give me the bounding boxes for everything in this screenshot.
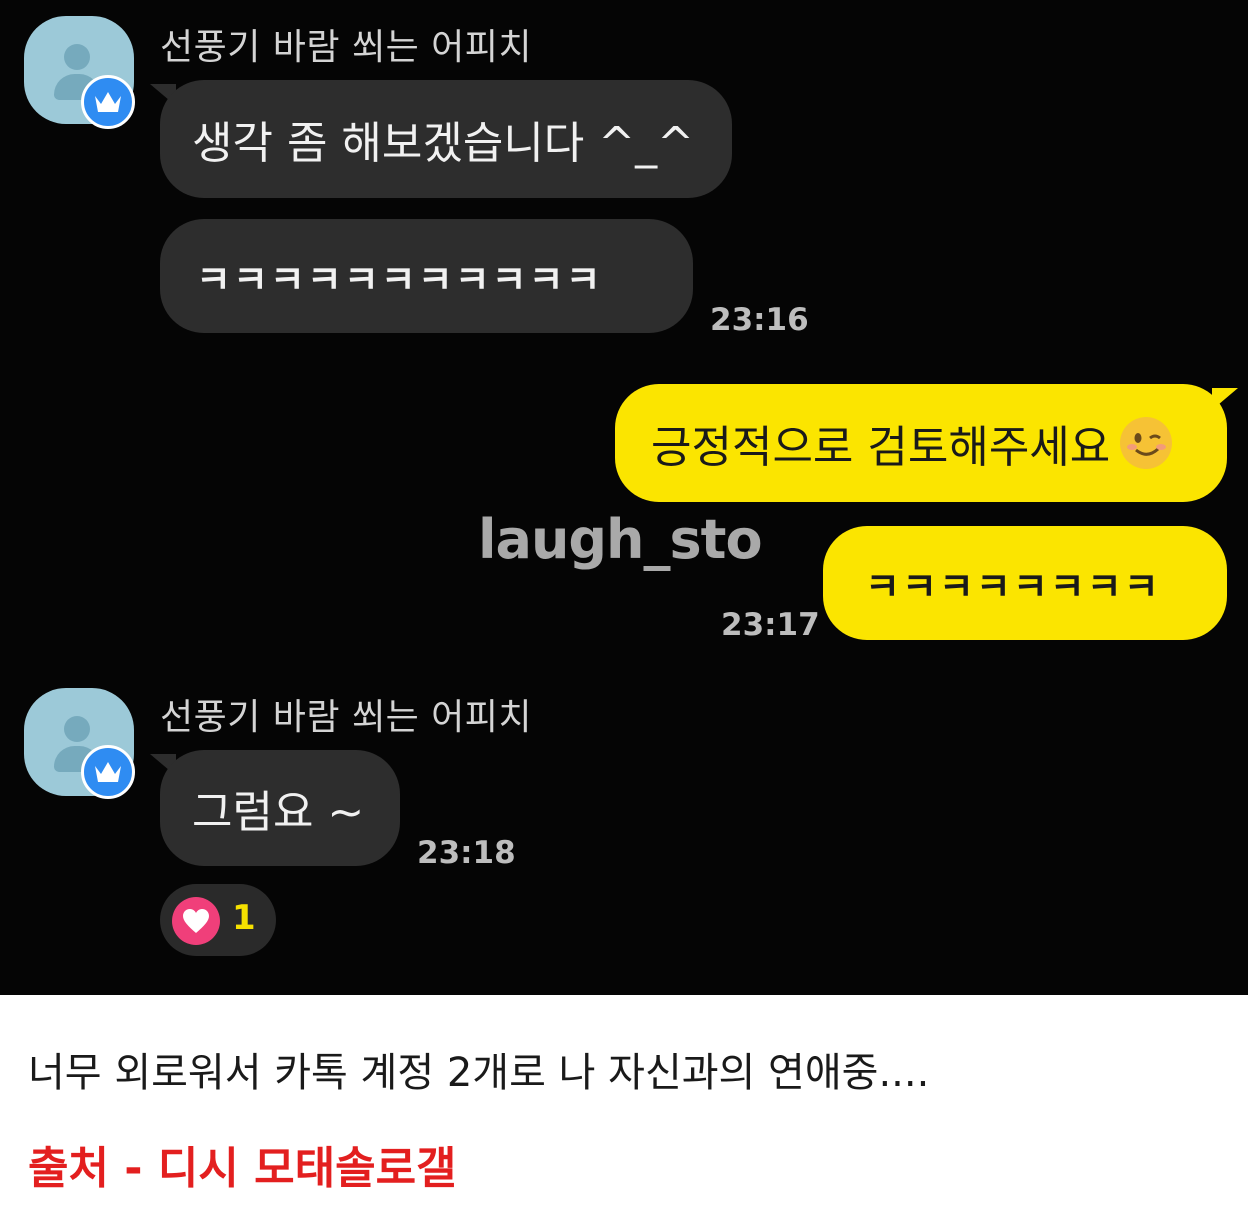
reaction-badge[interactable]: 1 [160, 884, 276, 956]
bubble-tail [1212, 388, 1238, 410]
heart-icon [172, 897, 220, 945]
message-text: 긍정적으로 검토해주세요 [651, 422, 1111, 473]
crown-icon [81, 75, 135, 129]
message-bubble[interactable]: ㅋㅋㅋㅋㅋㅋㅋㅋ [823, 526, 1227, 640]
winking-face-icon [1120, 417, 1173, 469]
message-text: ㅋㅋㅋㅋㅋㅋㅋㅋ [865, 564, 1161, 609]
message-timestamp: 23:18 [417, 835, 516, 871]
sender-name: 선풍기 바람 쐬는 어피치 [160, 27, 533, 68]
message-timestamp: 23:17 [721, 607, 820, 643]
message-timestamp: 23:16 [710, 302, 809, 338]
watermark: laugh_sto [478, 508, 763, 571]
message-text: 생각 좀 해보겠습니다 ^_^ [192, 118, 695, 169]
message-bubble[interactable]: 생각 좀 해보겠습니다 ^_^ [160, 80, 732, 198]
message-bubble[interactable]: ㅋㅋㅋㅋㅋㅋㅋㅋㅋㅋㅋ [160, 219, 693, 333]
message-text: ㅋㅋㅋㅋㅋㅋㅋㅋㅋㅋㅋ [196, 257, 603, 302]
source-credit: 출처 - 디시 모태솔로갤 [28, 1143, 457, 1194]
person-icon-head [64, 44, 90, 70]
post-caption: 너무 외로워서 카톡 계정 2개로 나 자신과의 연애중.... [28, 1050, 930, 1096]
message-text: 그럼요 ~ [192, 787, 365, 838]
reaction-count: 1 [232, 898, 256, 938]
sender-name: 선풍기 바람 쐬는 어피치 [160, 697, 533, 738]
person-icon-head [64, 716, 90, 742]
message-bubble[interactable]: 그럼요 ~ [160, 750, 400, 866]
message-bubble[interactable]: 긍정적으로 검토해주세요 [615, 384, 1227, 502]
crown-icon [81, 745, 135, 799]
chat-screenshot: 선풍기 바람 쐬는 어피치 생각 좀 해보겠습니다 ^_^ ㅋㅋㅋㅋㅋㅋㅋㅋㅋㅋ… [0, 0, 1248, 995]
